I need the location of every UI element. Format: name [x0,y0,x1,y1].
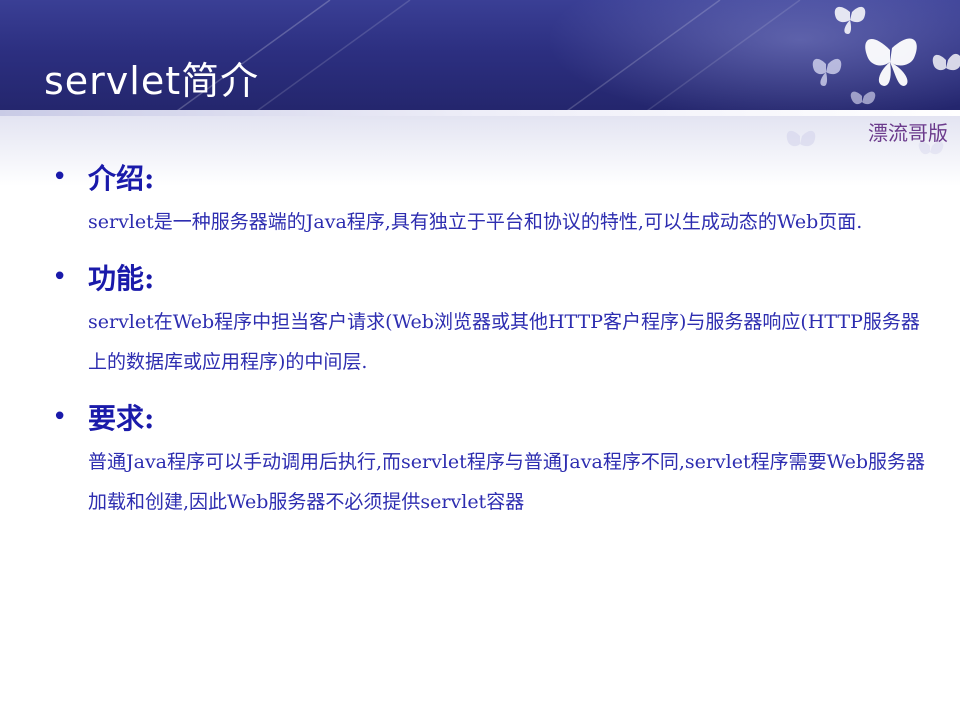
section-text: servlet在Web程序中担当客户请求(Web浏览器或其他HTTP客户程序)与… [88,311,920,373]
bullet-dot-icon: • [52,402,68,432]
bullet-dot-icon: • [52,262,68,292]
section-text: servlet是一种服务器端的Java程序,具有独立于平台和协议的特性,可以生成… [88,211,863,233]
section-heading: 功能: [88,262,155,295]
slide-title: servlet简介 [44,59,260,103]
butterfly-icon [786,130,816,147]
butterfly-icon [834,6,866,34]
bullet-dot-icon: • [52,162,68,192]
section-requirements: • 要求: 普通Java程序可以手动调用后执行,而servlet程序与普通Jav… [52,396,932,522]
section-header: • 要求: [52,396,932,438]
author-watermark: 漂流哥版 [868,121,948,145]
section-heading: 要求: [88,402,155,435]
slide-content: • 介绍: servlet是一种服务器端的Java程序,具有独立于平台和协议的特… [52,156,932,536]
section-header: • 介绍: [52,156,932,198]
section-header: • 功能: [52,256,932,298]
section-heading: 介绍: [88,162,155,195]
section-text: 普通Java程序可以手动调用后执行,而servlet程序与普通Java程序不同,… [88,451,926,513]
section-intro: • 介绍: servlet是一种服务器端的Java程序,具有独立于平台和协议的特… [52,156,932,242]
section-function: • 功能: servlet在Web程序中担当客户请求(Web浏览器或其他HTTP… [52,256,932,382]
butterfly-icon [865,38,917,86]
butterfly-icon [850,91,876,105]
butterfly-icon [812,58,842,86]
butterfly-icon [932,53,960,71]
